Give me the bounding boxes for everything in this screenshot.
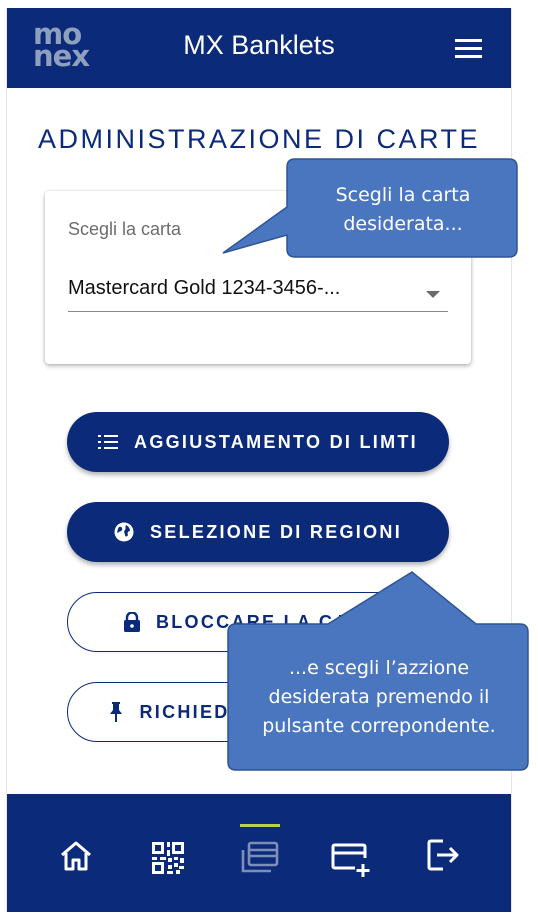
nav-home[interactable]: [51, 824, 101, 884]
globe-icon: [114, 522, 134, 542]
list-icon: [98, 434, 119, 450]
app-title: MX Banklets: [183, 30, 335, 60]
card-select-value: Mastercard Gold 1234-3456-...: [68, 277, 341, 299]
limit-adjustment-button[interactable]: AGGIUSTAMENTO DI LIMTI: [67, 412, 449, 472]
lock-icon: [123, 612, 140, 632]
callout-action-hint-text: ...e scegli l’azzione desiderata premend…: [262, 657, 496, 737]
callout-action-hint: ...e scegli l’azzione desiderata premend…: [218, 570, 536, 776]
pin-icon: [109, 702, 123, 722]
card-select[interactable]: Mastercard Gold 1234-3456-...: [68, 273, 448, 312]
nav-cards[interactable]: [235, 824, 285, 884]
cards-icon: [241, 840, 279, 879]
page-title: ADMINISTRAZIONE DI CARTE: [37, 124, 481, 154]
limit-adjustment-label: AGGIUSTAMENTO DI LIMTI: [134, 431, 418, 452]
active-tab-indicator: [240, 824, 280, 827]
app-bar: mo nex MX Banklets: [7, 8, 511, 88]
callout-card-hint: Scegli la carta desiderata...: [215, 155, 525, 265]
nav-add-card[interactable]: [329, 824, 379, 884]
region-selection-button[interactable]: SELEZIONE DI REGIONI: [67, 502, 449, 562]
callout-card-hint-text: Scegli la carta desiderata...: [335, 184, 471, 235]
region-selection-label: SELEZIONE DI REGIONI: [149, 521, 403, 542]
bottom-navigation: [7, 794, 511, 912]
card-select-label: Scegli la carta: [68, 219, 182, 239]
home-icon: [59, 840, 93, 877]
add-card-icon: [331, 842, 373, 883]
qr-code-icon: [152, 842, 184, 879]
phone-screen: mo nex MX Banklets ADMINISTRAZIONE DI CA…: [6, 8, 512, 912]
nav-qr[interactable]: [143, 824, 193, 884]
nav-logout[interactable]: [421, 824, 471, 884]
logout-icon: [427, 838, 461, 877]
chevron-down-icon: [426, 286, 440, 304]
hamburger-menu-icon[interactable]: [455, 38, 483, 60]
